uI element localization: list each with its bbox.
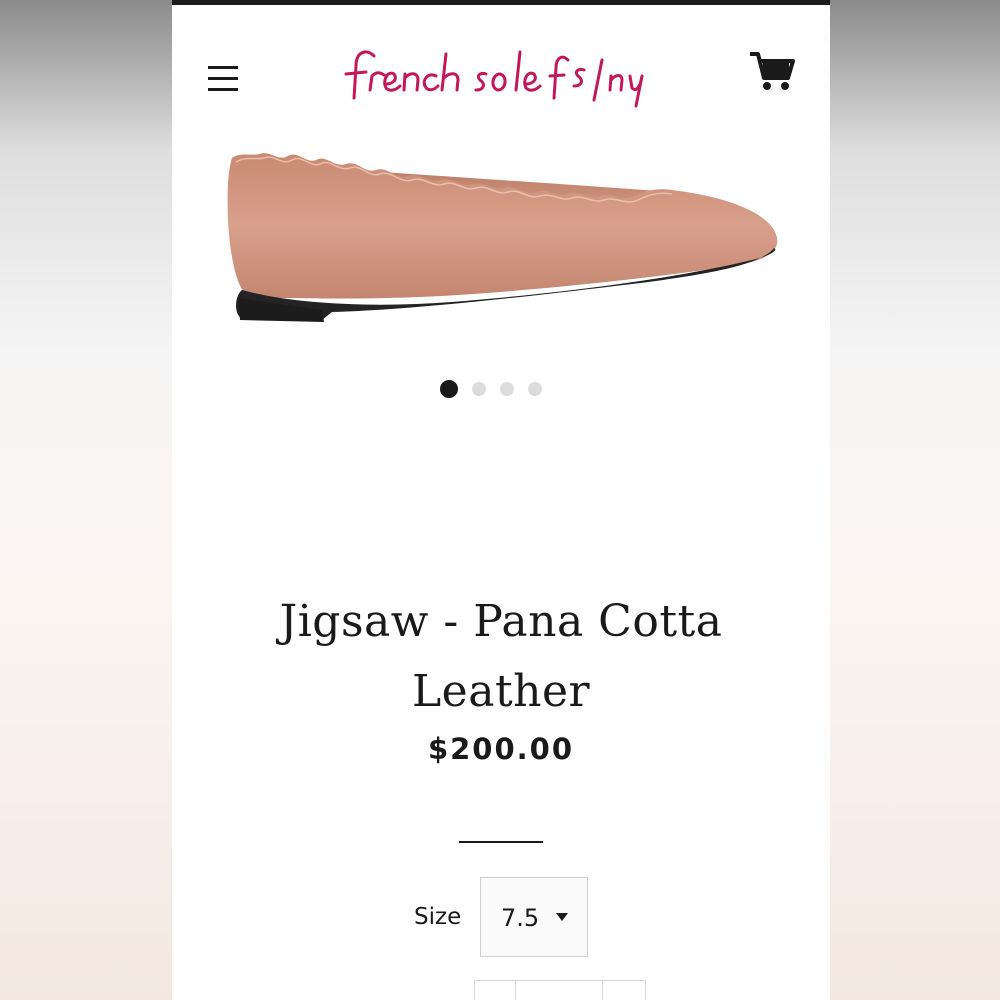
- product-title: Jigsaw - Pana Cotta Leather: [279, 596, 723, 718]
- status-bar-edge: [172, 0, 830, 5]
- size-select[interactable]: 7.5: [480, 877, 588, 957]
- size-selected-value: 7.5: [501, 904, 540, 932]
- background-right: [830, 0, 1000, 1000]
- phone-screen: Jigsaw - Pana Cotta Leather $200.00 Size…: [172, 0, 830, 1000]
- dropdown-caret-icon: [556, 913, 568, 921]
- gallery-dot-1[interactable]: [440, 380, 458, 398]
- divider: [459, 841, 543, 843]
- product-price: $200.00: [427, 732, 575, 766]
- gallery-pagination: [440, 380, 542, 398]
- size-label: Size: [414, 904, 462, 930]
- quantity-stepper[interactable]: [474, 980, 646, 1000]
- gallery-dot-3[interactable]: [500, 382, 514, 396]
- quantity-increase-button[interactable]: [603, 981, 643, 1000]
- hamburger-menu-icon[interactable]: [206, 64, 240, 94]
- quantity-decrease-button[interactable]: [475, 981, 516, 1000]
- gallery-dot-4[interactable]: [528, 382, 542, 396]
- shopping-cart-icon[interactable]: [748, 50, 796, 92]
- product-image[interactable]: [212, 140, 802, 330]
- quantity-input[interactable]: [516, 981, 603, 1000]
- brand-logo[interactable]: [322, 40, 662, 110]
- background-left: [0, 0, 172, 1000]
- gallery-dot-2[interactable]: [472, 382, 486, 396]
